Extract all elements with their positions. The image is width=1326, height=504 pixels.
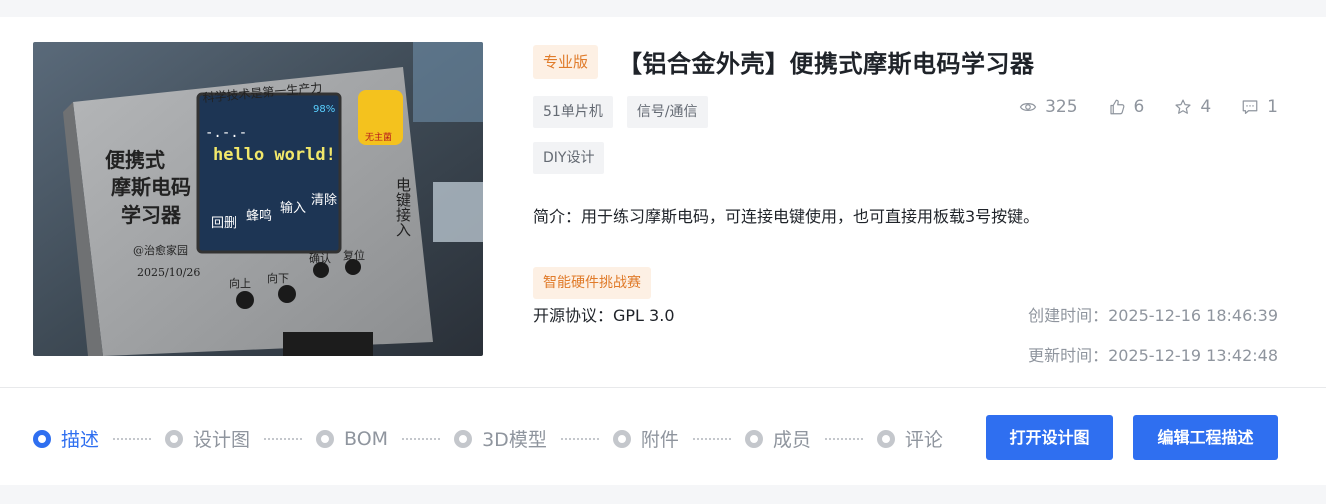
case-right-text: 电键接入 <box>394 177 412 237</box>
tag-list: 51单片机 信号/通信 DIY设计 <box>533 96 753 174</box>
tab-label: 评论 <box>904 429 943 451</box>
eye-icon <box>1019 103 1037 111</box>
project-card: hello world! -.-.- 98% 回删 蜂鸣 输入 清除 无主菌 科… <box>0 17 1326 485</box>
section-divider <box>0 387 1326 388</box>
tab-label: 3D模型 <box>482 429 547 451</box>
created-time: 创建时间：2025-12-16 18:46:39 <box>1028 306 1278 325</box>
step-dot-icon <box>33 429 51 448</box>
title-row: 专业版 【铝合金外壳】便携式摩斯电码学习器 <box>533 44 1035 79</box>
star-icon <box>1175 99 1191 114</box>
tab-bom[interactable]: BOM <box>316 428 388 450</box>
comments-count: 1 <box>1267 97 1278 117</box>
views-stat: 325 <box>1019 97 1078 117</box>
morse-device-photo: hello world! -.-.- 98% 回删 蜂鸣 输入 清除 无主菌 科… <box>33 42 483 356</box>
project-cover-image[interactable]: hello world! -.-.- 98% 回删 蜂鸣 输入 清除 无主菌 科… <box>33 42 483 356</box>
case-up-text: 向上 <box>229 276 251 290</box>
comment-icon <box>1242 100 1258 114</box>
likes-stat[interactable]: 6 <box>1108 97 1145 117</box>
step-dot-icon <box>165 429 184 448</box>
case-left-text-1: 便携式 <box>105 148 165 172</box>
thumbs-up-icon <box>1109 99 1124 115</box>
screen-menu-2: 蜂鸣 <box>246 208 272 224</box>
screen-menu-1: 回删 <box>211 216 237 231</box>
step-connector <box>264 437 303 440</box>
case-signature-text: @治愈家园 <box>133 243 188 257</box>
tag-item[interactable]: DIY设计 <box>533 142 605 174</box>
views-count: 325 <box>1045 97 1078 117</box>
favorites-stat[interactable]: 4 <box>1174 97 1211 117</box>
screen-hello-text: hello world! <box>213 145 336 165</box>
tab-description[interactable]: 描述 <box>33 425 99 452</box>
step-dot-icon <box>744 429 763 448</box>
comments-stat[interactable]: 1 <box>1241 97 1278 117</box>
tab-members[interactable]: 成员 <box>744 425 811 452</box>
tag-item[interactable]: 信号/通信 <box>626 96 708 128</box>
project-stats: 325 6 4 1 <box>1019 97 1278 117</box>
tab-label: 描述 <box>61 429 100 451</box>
step-dot-icon <box>454 429 473 448</box>
tab-attachments[interactable]: 附件 <box>612 425 679 452</box>
tab-label: 成员 <box>772 429 811 451</box>
screen-morse-text: -.-.- <box>205 125 247 141</box>
case-left-text-3: 学习器 <box>121 203 182 227</box>
tag-item[interactable]: 51单片机 <box>533 96 613 128</box>
tab-label: BOM <box>344 427 389 450</box>
tab-3d-model[interactable]: 3D模型 <box>454 425 547 452</box>
tab-label: 附件 <box>640 429 679 451</box>
updated-time: 更新时间：2025-12-19 13:42:48 <box>1028 346 1278 365</box>
mascot-label: 无主菌 <box>365 131 392 143</box>
event-tag[interactable]: 智能硬件挑战赛 <box>533 267 651 299</box>
favorites-count: 4 <box>1200 97 1212 117</box>
tab-label: 设计图 <box>193 429 251 451</box>
step-connector <box>824 437 863 440</box>
step-dot-icon <box>612 429 631 448</box>
open-design-button[interactable]: 打开设计图 <box>986 415 1113 460</box>
likes-count: 6 <box>1133 97 1145 117</box>
license-text: 开源协议：GPL 3.0 <box>533 306 675 325</box>
step-dot-icon <box>316 429 335 448</box>
step-connector <box>560 437 599 440</box>
screen-menu-3: 输入 <box>280 200 306 216</box>
case-left-text-2: 摩斯电码 <box>111 175 191 199</box>
project-description: 简介：用于练习摩斯电码，可连接电键使用，也可直接用板载3号按键。 <box>533 207 1040 226</box>
edit-description-button[interactable]: 编辑工程描述 <box>1133 415 1278 460</box>
tab-design[interactable]: 设计图 <box>165 425 250 452</box>
step-connector <box>113 437 152 440</box>
project-tabs: 描述 设计图 BOM 3D模型 附件 成员 评论 <box>33 425 943 452</box>
screen-menu-4: 清除 <box>311 193 337 208</box>
step-connector <box>402 437 441 440</box>
step-connector <box>692 437 731 440</box>
edition-badge: 专业版 <box>533 44 599 79</box>
screen-battery-text: 98% <box>313 104 335 115</box>
case-date-text: 2025/10/26 <box>137 266 200 279</box>
project-title: 【铝合金外壳】便携式摩斯电码学习器 <box>618 50 1035 78</box>
tab-comments[interactable]: 评论 <box>876 425 943 452</box>
case-down-text: 向下 <box>267 271 289 285</box>
step-dot-icon <box>876 429 895 448</box>
